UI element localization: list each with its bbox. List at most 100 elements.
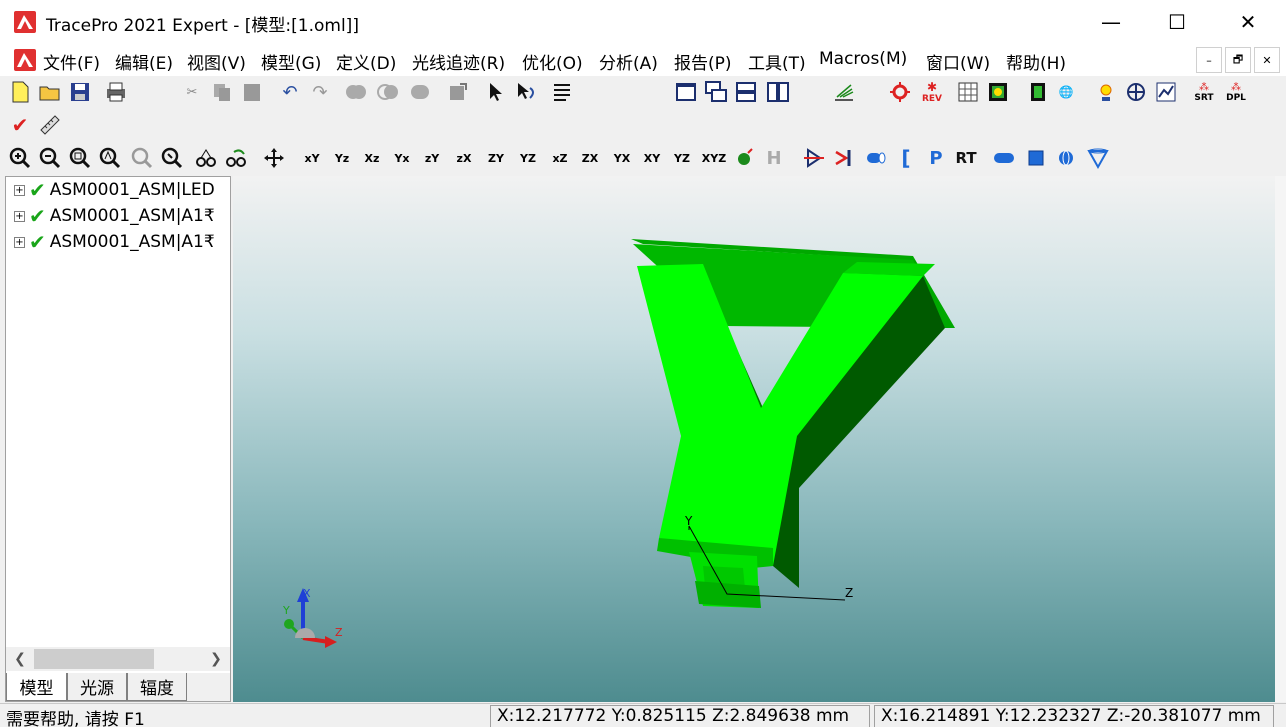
zoom-previous-icon[interactable] <box>158 144 186 172</box>
irradiance-map-icon[interactable] <box>954 78 982 106</box>
object-transform-icon[interactable] <box>444 78 472 106</box>
ray-sorting-icon[interactable] <box>1092 78 1120 106</box>
srt-icon[interactable]: ⁂ SRT <box>1190 78 1218 106</box>
tree-expander[interactable]: + <box>14 184 25 196</box>
maximize-button[interactable]: ☐ <box>1142 0 1212 44</box>
view-yz3-button[interactable]: YZ <box>668 144 696 172</box>
window-cascade-icon[interactable] <box>702 78 730 106</box>
window-single-icon[interactable] <box>672 78 700 106</box>
document-logo-icon[interactable] <box>14 49 36 71</box>
boolean-intersect-icon[interactable] <box>374 78 402 106</box>
tree-item[interactable]: + ✔ ASM0001_ASM|LED <box>14 179 230 201</box>
rotate-view-icon[interactable] <box>192 144 220 172</box>
view-zy-button[interactable]: zY <box>418 144 446 172</box>
block-icon[interactable] <box>1022 144 1050 172</box>
window-tile-vertical-icon[interactable] <box>764 78 792 106</box>
tree-item[interactable]: + ✔ ASM0001_ASM|A1₹ <box>14 231 230 253</box>
source-tracer-icon[interactable] <box>886 78 914 106</box>
redo-icon[interactable]: ↷ <box>306 78 334 106</box>
view-zx-button[interactable]: zX <box>450 144 478 172</box>
bracket-icon[interactable]: [ <box>892 144 920 172</box>
horizontal-scrollbar[interactable]: ❮ ❯ <box>6 647 230 671</box>
paste-icon[interactable] <box>238 78 266 106</box>
mdi-close-button[interactable]: ✕ <box>1254 47 1280 73</box>
view-zy2-button[interactable]: ZY <box>482 144 510 172</box>
rev-icon[interactable]: ✱ REV <box>918 78 946 106</box>
ray-trace-surface-icon[interactable] <box>830 78 858 106</box>
view-xy-button[interactable]: xY <box>298 144 326 172</box>
tree-expander[interactable]: + <box>14 236 25 248</box>
cylinder-icon[interactable] <box>862 144 890 172</box>
boolean-union-icon[interactable] <box>342 78 370 106</box>
save-icon[interactable] <box>66 78 94 106</box>
orbit-view-icon[interactable] <box>222 144 250 172</box>
menu-macros[interactable]: Macros(M) <box>819 49 907 69</box>
tab-radiance[interactable]: 辐度 <box>127 673 187 701</box>
hidden-line-button[interactable]: H <box>760 144 788 172</box>
menu-optimize[interactable]: 优化(O) <box>522 49 583 74</box>
undo-icon[interactable]: ↶ <box>276 78 304 106</box>
zoom-in-icon[interactable] <box>6 144 34 172</box>
menu-tools[interactable]: 工具(T) <box>748 49 806 74</box>
properties-list-icon[interactable] <box>548 78 576 106</box>
boolean-subtract-icon[interactable] <box>406 78 434 106</box>
line-graph-icon[interactable] <box>1152 78 1180 106</box>
print-icon[interactable] <box>102 78 130 106</box>
lens-element-icon[interactable] <box>800 144 828 172</box>
cut-icon[interactable]: ✂ <box>178 78 206 106</box>
menu-window[interactable]: 窗口(W) <box>926 49 990 74</box>
zoom-out-icon[interactable] <box>36 144 64 172</box>
view-xz2-button[interactable]: xZ <box>546 144 574 172</box>
open-folder-icon[interactable] <box>36 78 64 106</box>
minimize-button[interactable]: — <box>1076 0 1146 44</box>
mirror-element-icon[interactable] <box>830 144 858 172</box>
copy-icon[interactable] <box>208 78 236 106</box>
polar-grid-icon[interactable] <box>1122 78 1150 106</box>
mdi-restore-button[interactable]: 🗗 <box>1225 47 1251 73</box>
menu-edit[interactable]: 编辑(E) <box>115 49 173 74</box>
tab-source[interactable]: 光源 <box>67 673 127 701</box>
model-viewport[interactable]: Y Z X Y Z <box>233 176 1275 702</box>
view-yx-button[interactable]: Yx <box>388 144 416 172</box>
new-file-icon[interactable] <box>6 78 34 106</box>
view-zx2-button[interactable]: ZX <box>576 144 604 172</box>
menu-help[interactable]: 帮助(H) <box>1006 49 1066 74</box>
select-surface-icon[interactable] <box>512 78 540 106</box>
candela-plot-icon[interactable] <box>984 78 1012 106</box>
close-button[interactable]: ✕ <box>1213 0 1283 44</box>
select-pointer-icon[interactable] <box>482 78 510 106</box>
zoom-window-icon[interactable] <box>128 144 156 172</box>
view-iso-button[interactable]: XYZ <box>700 144 728 172</box>
ruler-icon[interactable] <box>36 111 64 139</box>
scroll-left-icon[interactable]: ❮ <box>10 649 30 669</box>
sphere-icon[interactable] <box>1052 144 1080 172</box>
parameter-button[interactable]: P <box>922 144 950 172</box>
cone-icon[interactable] <box>1084 144 1112 172</box>
pan-icon[interactable] <box>260 144 288 172</box>
zoom-selection-icon[interactable] <box>96 144 124 172</box>
tree-item[interactable]: + ✔ ASM0001_ASM|A1₹ <box>14 205 230 227</box>
menu-model[interactable]: 模型(G) <box>261 49 321 74</box>
menu-report[interactable]: 报告(P) <box>674 49 732 74</box>
rt-button[interactable]: RT <box>952 144 980 172</box>
check-mark-icon[interactable]: ✔ <box>6 111 34 139</box>
false-color-icon[interactable] <box>1024 78 1052 106</box>
tab-model[interactable]: 模型 <box>6 673 67 701</box>
zoom-all-icon[interactable] <box>66 144 94 172</box>
menu-raytrace[interactable]: 光线追迹(R) <box>412 49 505 74</box>
view-yx2-button[interactable]: YX <box>608 144 636 172</box>
view-yz-button[interactable]: Yz <box>328 144 356 172</box>
view-xz-button[interactable]: Xz <box>358 144 386 172</box>
rounded-block-icon[interactable] <box>990 144 1018 172</box>
menu-file[interactable]: 文件(F) <box>43 49 100 74</box>
window-tile-horizontal-icon[interactable] <box>732 78 760 106</box>
mdi-minimize-button[interactable]: – <box>1196 47 1222 73</box>
menu-define[interactable]: 定义(D) <box>336 49 396 74</box>
scrollbar-thumb[interactable] <box>34 649 154 669</box>
dpl-icon[interactable]: ⁂ DPL <box>1222 78 1250 106</box>
tree-expander[interactable]: + <box>14 210 25 222</box>
view-xy2-button[interactable]: XY <box>638 144 666 172</box>
view-yz2-button[interactable]: YZ <box>514 144 542 172</box>
menu-analysis[interactable]: 分析(A) <box>599 49 658 74</box>
render-sphere-icon[interactable] <box>730 144 758 172</box>
